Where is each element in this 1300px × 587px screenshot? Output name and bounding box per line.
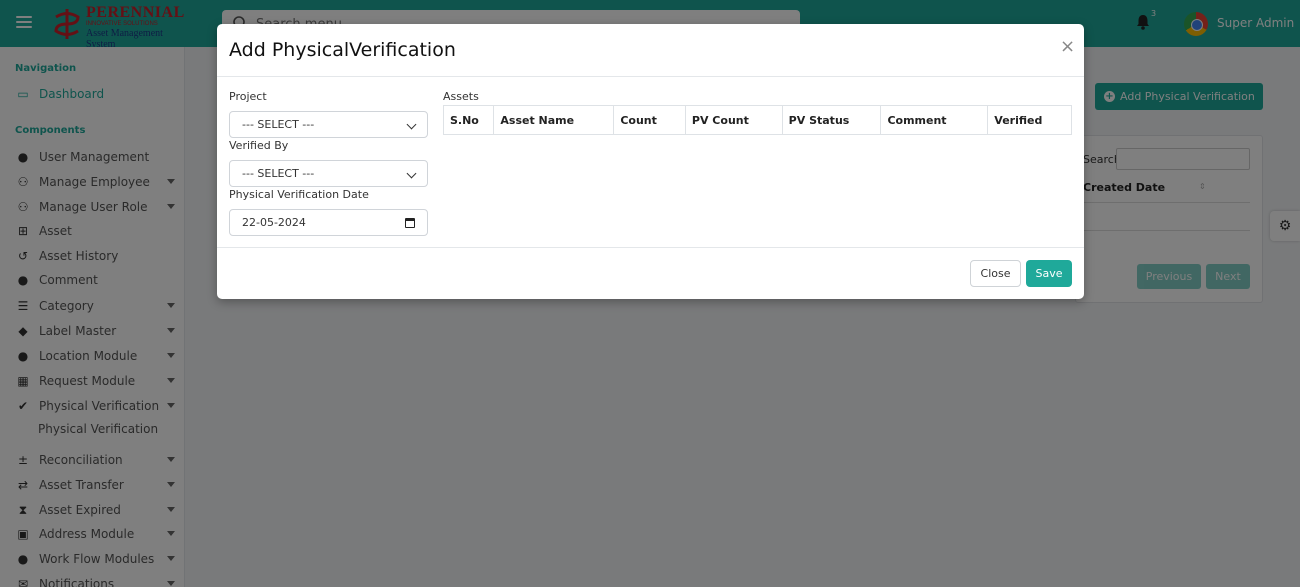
add-physical-verification-modal: Add PhysicalVerification × Project --- S… [217,24,1084,299]
verified-by-select-value: --- SELECT --- [242,167,315,180]
chevron-down-icon [406,168,417,179]
column-header-verified: Verified [987,105,1072,135]
close-button[interactable]: Close [970,260,1021,287]
verified-by-label: Verified By [229,139,289,152]
save-button[interactable]: Save [1026,260,1072,287]
project-label: Project [229,90,267,103]
pv-date-field[interactable]: 22-05-2024 [229,209,428,236]
column-header-asset-name: Asset Name [493,105,615,135]
table-header-row: S.No Asset Name Count PV Count PV Status… [442,105,1072,135]
pv-date-value: 22-05-2024 [242,216,306,229]
assets-table: S.No Asset Name Count PV Count PV Status… [442,105,1072,135]
modal-header: Add PhysicalVerification × [217,24,1084,77]
column-header-count: Count [613,105,686,135]
column-header-pv-status: PV Status [781,105,882,135]
verified-by-select[interactable]: --- SELECT --- [229,160,428,187]
chevron-down-icon [406,119,417,130]
pv-date-label: Physical Verification Date [229,188,369,201]
column-header-pv-count: PV Count [684,105,783,135]
project-select[interactable]: --- SELECT --- [229,111,428,138]
column-header-comment: Comment [880,105,989,135]
calendar-icon[interactable] [405,218,415,228]
column-header-sno: S.No [442,105,495,135]
close-icon[interactable]: × [1060,38,1075,56]
project-select-value: --- SELECT --- [242,118,315,131]
modal-title: Add PhysicalVerification [229,39,456,61]
modal-footer-divider [217,247,1084,248]
assets-label: Assets [443,90,479,103]
